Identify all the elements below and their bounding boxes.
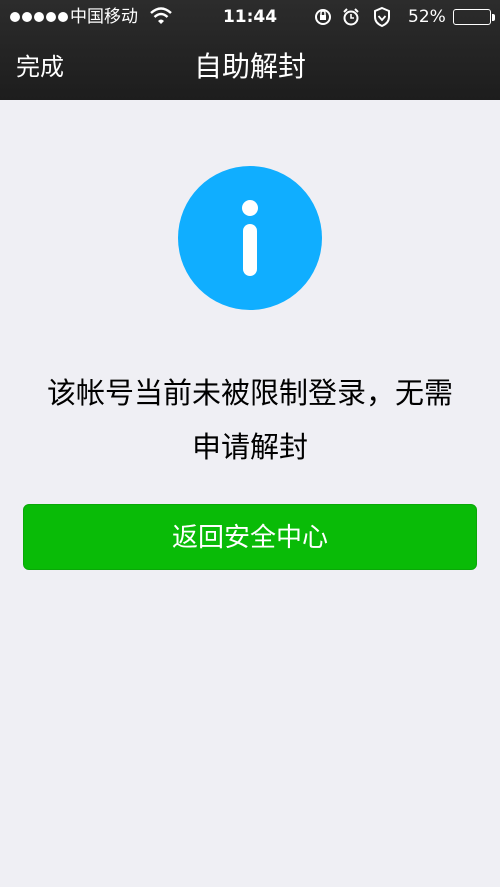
- top-bar: 中国移动 11:44 52% 完成 自助解封: [0, 0, 500, 100]
- message-line-2: 申请解封: [191, 430, 308, 464]
- status-message: 该帐号当前未被限制登录，无需 申请解封: [20, 366, 480, 474]
- info-icon: [178, 166, 322, 310]
- back-to-security-center-button[interactable]: 返回安全中心: [23, 504, 477, 570]
- alarm-icon: [341, 0, 361, 34]
- shield-icon: [372, 0, 392, 34]
- page-title: 自助解封: [193, 50, 306, 83]
- rotation-lock-icon: [313, 0, 333, 34]
- nav-bar: 完成 自助解封: [0, 34, 500, 100]
- battery-percent: 52%: [408, 7, 446, 27]
- message-line-1: 该帐号当前未被限制登录，无需: [46, 376, 453, 410]
- status-bar: 中国移动 11:44 52%: [0, 0, 500, 34]
- battery-icon: [453, 0, 495, 34]
